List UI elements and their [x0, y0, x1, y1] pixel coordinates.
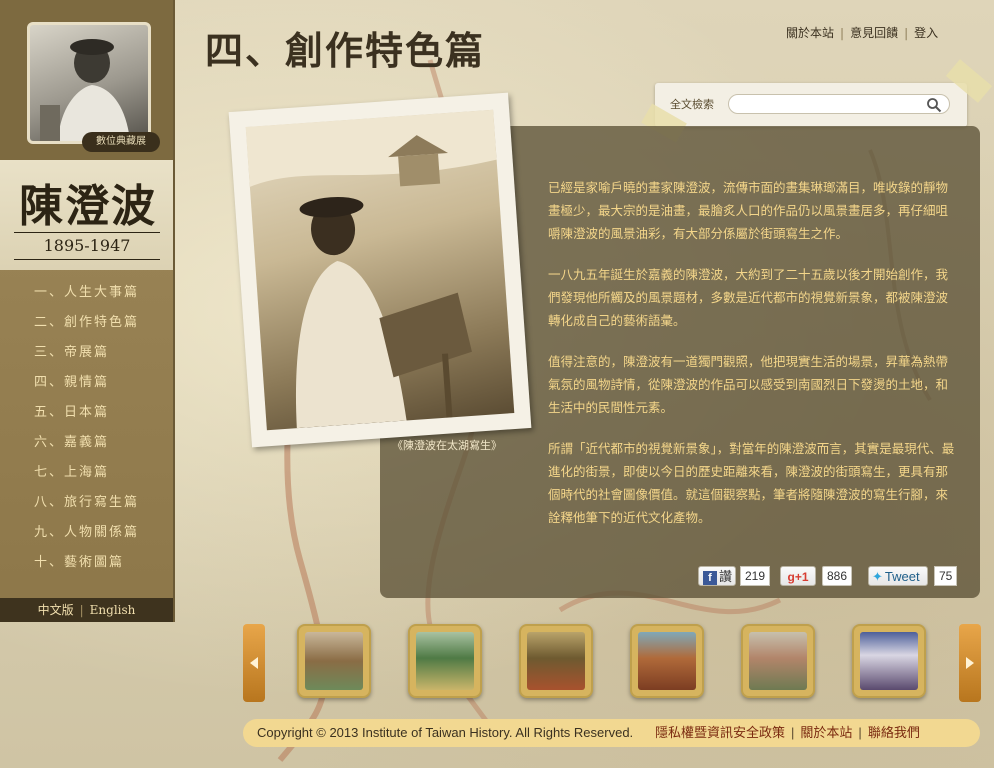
sidebar-item-creative-features[interactable]: 二、創作特色篇 [0, 310, 173, 340]
tweet-count: 75 [934, 566, 958, 586]
artwork-thumbnail[interactable] [852, 624, 926, 698]
sidebar-item-chiayi[interactable]: 六、嘉義篇 [0, 430, 173, 460]
carousel-next-button[interactable] [959, 624, 981, 702]
about-link[interactable]: 關於本站 [786, 26, 834, 40]
artwork-thumbnail[interactable] [741, 624, 815, 698]
facebook-like-count: 219 [740, 566, 771, 586]
sidebar-item-imperial-exhibition[interactable]: 三、帝展篇 [0, 340, 173, 370]
artist-painting-photo [245, 109, 515, 431]
contact-link[interactable]: 聯絡我們 [868, 725, 920, 740]
search-icon[interactable] [926, 97, 942, 113]
artwork-thumbnail-image [527, 632, 585, 690]
privacy-policy-link[interactable]: 隱私權暨資訊安全政策 [655, 725, 785, 740]
article-paragraph: 值得注意的，陳澄波有一道獨門觀照，他把現實生活的場景，昇華為熱帶氣氛的風物詩情，… [548, 354, 949, 415]
google-plus-label: +1 [794, 570, 809, 584]
google-plus-count: 886 [822, 566, 853, 586]
tweet-button[interactable]: ✦ Tweet [868, 566, 928, 586]
link-separator: | [858, 725, 862, 740]
lang-separator: | [79, 603, 84, 617]
link-separator: | [840, 26, 845, 40]
artwork-thumbnail-image [749, 632, 807, 690]
footer-about-link[interactable]: 關於本站 [800, 725, 852, 740]
sidebar-item-shanghai[interactable]: 七、上海篇 [0, 460, 173, 490]
artwork-thumbnail[interactable] [519, 624, 593, 698]
artist-name: 陳澄波 [19, 181, 157, 232]
sidebar-item-relationships[interactable]: 九、人物關係篇 [0, 520, 173, 550]
facebook-icon: f [703, 570, 717, 585]
tweet-label: Tweet [884, 569, 920, 584]
article-body: 已經是家喻戶曉的畫家陳澄波，流傳市面的畫集琳瑯滿目，唯收錄的靜物畫極少，最大宗的… [548, 176, 960, 547]
artist-portrait [27, 22, 151, 144]
sidebar-item-family[interactable]: 四、親情篇 [0, 370, 173, 400]
sidebar-nav: 一、人生大事篇 二、創作特色篇 三、帝展篇 四、親情篇 五、日本篇 六、嘉義篇 … [0, 280, 173, 580]
search-input[interactable] [728, 94, 950, 114]
carousel-prev-button[interactable] [243, 624, 265, 702]
photo-scene-icon [245, 109, 497, 429]
copyright-text: Copyright © 2013 Institute of Taiwan His… [257, 725, 634, 740]
arrow-left-icon [250, 657, 258, 669]
arrow-right-icon [966, 657, 974, 669]
article-paragraph: 一八九五年誕生於嘉義的陳澄波，大約到了二十五歲以後才開始創作，我們發現他所觸及的… [548, 267, 949, 328]
artwork-thumbnail-image [416, 632, 474, 690]
artwork-thumbnail-image [860, 632, 918, 690]
artwork-thumbnail[interactable] [297, 624, 371, 698]
language-switcher: 中文版 | English [0, 598, 173, 622]
link-separator: | [904, 26, 909, 40]
footer: Copyright © 2013 Institute of Taiwan His… [243, 719, 980, 747]
article-paragraph: 已經是家喻戶曉的畫家陳澄波，流傳市面的畫集琳瑯滿目，唯收錄的靜物畫極少，最大宗的… [548, 180, 949, 241]
lang-english-link[interactable]: English [90, 603, 136, 617]
page-title: 四、創作特色篇 [205, 28, 486, 73]
artist-years: 1895-1947 [14, 232, 160, 260]
facebook-like-button[interactable]: f讚 [698, 566, 736, 586]
article-paragraph: 所謂「近代都市的視覺新景象」，對當年的陳澄波而言，其實是最現代、最進化的街景，即… [548, 441, 955, 525]
google-plus-button[interactable]: g+1 [780, 566, 816, 586]
artwork-thumbnail-image [305, 632, 363, 690]
portrait-figure-icon [40, 39, 130, 141]
artist-photo-frame [228, 92, 532, 448]
login-link[interactable]: 登入 [914, 26, 938, 40]
artwork-thumbnail[interactable] [630, 624, 704, 698]
top-links: 關於本站 | 意見回饋 | 登入 [786, 24, 938, 41]
digital-archive-badge: 數位典藏展 [82, 132, 160, 152]
sidebar: 數位典藏展 陳澄波 1895-1947 一、人生大事篇 二、創作特色篇 三、帝展… [0, 0, 175, 622]
photo-caption: 《陳澄波在太湖寫生》 [392, 439, 502, 452]
sidebar-item-travel-sketches[interactable]: 八、旅行寫生篇 [0, 490, 173, 520]
sidebar-item-art-gallery[interactable]: 十、藝術圖篇 [0, 550, 173, 580]
footer-links: 隱私權暨資訊安全政策 | 關於本站 | 聯絡我們 [655, 719, 920, 747]
sidebar-item-japan[interactable]: 五、日本篇 [0, 400, 173, 430]
lang-chinese-link[interactable]: 中文版 [38, 603, 74, 617]
link-separator: | [791, 725, 795, 740]
artwork-thumbnail-image [638, 632, 696, 690]
feedback-link[interactable]: 意見回饋 [850, 26, 898, 40]
artwork-thumbnail[interactable] [408, 624, 482, 698]
twitter-bird-icon: ✦ [872, 569, 883, 584]
sidebar-item-life-events[interactable]: 一、人生大事篇 [0, 280, 173, 310]
facebook-like-label: 讚 [719, 569, 733, 584]
search-label: 全文檢索 [670, 98, 714, 111]
google-plus-icon: g [787, 570, 795, 584]
